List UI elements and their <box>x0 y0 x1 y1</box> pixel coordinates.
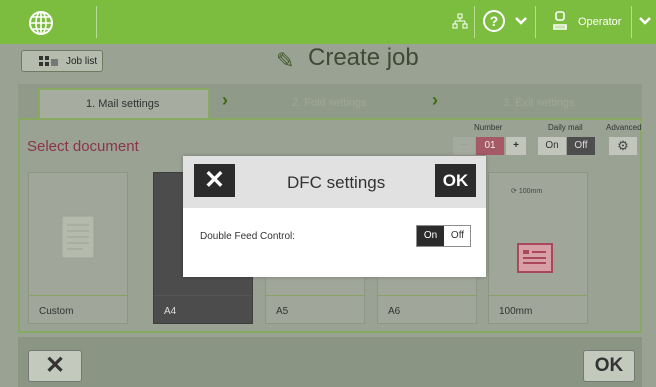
arrow-right-icon: › <box>222 90 228 110</box>
bottom-bar <box>18 337 642 387</box>
tab-exit-settings[interactable]: 3. Exit settings <box>503 97 575 109</box>
operator-label[interactable]: Operator <box>578 16 621 28</box>
card-label: A6 <box>378 295 476 323</box>
dialog-close-button[interactable]: ✕ <box>194 164 235 197</box>
job-list-icon <box>39 56 58 66</box>
number-label: Number <box>474 123 503 132</box>
envelope-icon <box>517 243 553 273</box>
job-list-label: Job list <box>66 56 98 67</box>
divider <box>535 6 536 38</box>
advanced-label: Advanced <box>606 123 642 132</box>
tab-fold-settings[interactable]: 2. Fold settings <box>292 97 367 109</box>
tab-mail-settings[interactable]: 1. Mail settings <box>38 88 210 120</box>
daily-mail-label: Daily mail <box>548 123 583 132</box>
job-list-button[interactable]: Job list <box>21 50 103 72</box>
dialog-ok-button[interactable]: OK <box>435 164 476 197</box>
document-card[interactable]: ⟳ 100mm 100mm <box>488 172 588 324</box>
decrement-button[interactable]: − <box>453 137 475 155</box>
dialog-title: DFC settings <box>287 173 386 192</box>
globe-icon[interactable] <box>28 10 54 36</box>
page-title: Create job <box>308 44 419 71</box>
section-title: Select document <box>27 138 139 155</box>
top-bar: ? Operator <box>0 0 656 44</box>
number-field[interactable]: 01 <box>476 137 504 155</box>
double-feed-control-label: Double Feed Control: <box>200 231 296 242</box>
card-sublabel: ⟳ 100mm <box>511 188 543 195</box>
double-feed-toggle[interactable]: On Off <box>416 225 471 247</box>
arrow-right-icon: › <box>432 90 438 110</box>
help-icon[interactable]: ? <box>483 10 505 32</box>
card-label: A4 <box>154 295 252 323</box>
daily-mail-on[interactable]: On <box>538 137 566 155</box>
chevron-down-icon[interactable] <box>513 12 529 28</box>
cancel-button[interactable]: ✕ <box>28 350 82 382</box>
document-icon <box>61 215 95 259</box>
network-icon[interactable] <box>452 13 468 34</box>
rotate-icon: ⟳ <box>511 188 517 195</box>
card-label: Custom <box>29 295 127 323</box>
increment-button[interactable]: + <box>506 137 526 155</box>
pencil-icon: ✎ <box>276 48 295 73</box>
divider <box>96 6 97 38</box>
ok-button[interactable]: OK <box>583 350 635 382</box>
daily-mail-off[interactable]: Off <box>567 137 595 155</box>
user-icon[interactable] <box>552 11 568 31</box>
advanced-settings-button[interactable]: ⚙ <box>609 137 637 155</box>
document-card[interactable]: Custom <box>28 172 128 324</box>
chevron-down-icon[interactable] <box>637 12 653 28</box>
card-label: 100mm <box>489 295 587 323</box>
toggle-off[interactable]: Off <box>445 226 470 246</box>
card-label: A5 <box>266 295 364 323</box>
divider <box>631 6 632 38</box>
divider <box>474 6 475 38</box>
toggle-on[interactable]: On <box>417 226 444 246</box>
